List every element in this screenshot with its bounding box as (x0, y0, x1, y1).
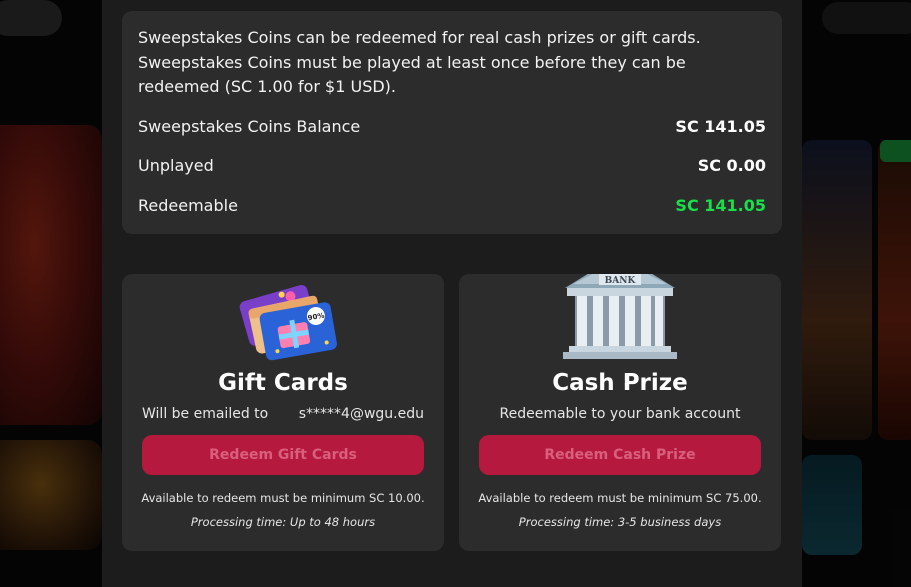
redeem-cash-prize-button[interactable]: Redeem Cash Prize (479, 435, 761, 475)
balance-row: Sweepstakes Coins Balance SC 141.05 (138, 117, 766, 136)
redeem-modal: Sweepstakes Coins can be redeemed for re… (102, 0, 802, 587)
svg-text:BANK: BANK (605, 276, 637, 286)
unplayed-value: SC 0.00 (697, 156, 766, 175)
gift-cards-minimum-note: Available to redeem must be minimum SC 1… (141, 491, 425, 505)
gift-cards-email-line: Will be emailed to s*****4@wgu.edu (122, 406, 444, 422)
cash-prize-title: Cash Prize (552, 370, 688, 396)
email-address: s*****4@wgu.edu (298, 406, 424, 422)
cash-prize-illustration: BANK (459, 254, 781, 366)
cash-prize-subtitle: Redeemable to your bank account (499, 406, 741, 422)
balance-value: SC 141.05 (675, 117, 766, 136)
cash-prize-minimum-note: Available to redeem must be minimum SC 7… (478, 491, 762, 505)
redeemable-label: Redeemable (138, 196, 238, 215)
gift-cards-title: Gift Cards (218, 370, 348, 396)
balance-label: Sweepstakes Coins Balance (138, 117, 361, 136)
email-label: Will be emailed to (142, 406, 269, 422)
redeem-description: Sweepstakes Coins can be redeemed for re… (138, 28, 701, 96)
bank-icon: BANK (563, 254, 677, 359)
unplayed-label: Unplayed (138, 156, 214, 175)
redeemable-row: Redeemable SC 141.05 (138, 196, 766, 215)
gift-cards-option: 90% Gift Cards Will be emailed to s*****… (122, 274, 444, 551)
cash-prize-option: BANK Cash Prize Redeemable to your bank … (459, 254, 781, 551)
gift-cards-icon: 90% (239, 285, 337, 361)
balance-info-panel: Sweepstakes Coins can be redeemed for re… (122, 11, 782, 234)
cash-prize-processing-time: Processing time: 3-5 business days (518, 515, 722, 529)
gift-cards-processing-time: Processing time: Up to 48 hours (190, 515, 376, 529)
gift-cards-illustration: 90% (122, 274, 444, 366)
redeemable-value: SC 141.05 (675, 196, 766, 215)
unplayed-row: Unplayed SC 0.00 (138, 156, 766, 175)
redeem-gift-cards-button[interactable]: Redeem Gift Cards (142, 435, 424, 475)
